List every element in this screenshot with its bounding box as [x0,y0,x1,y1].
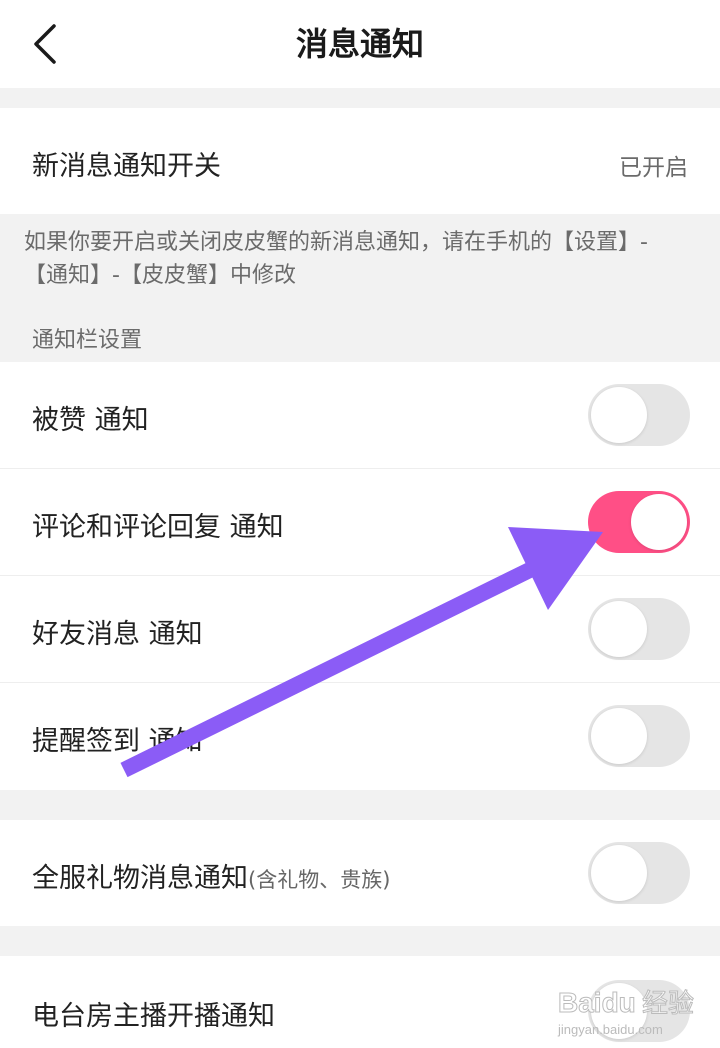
toggle-knob [591,983,647,1039]
notify-toggle-likes[interactable] [588,384,690,446]
notify-toggle-checkin[interactable] [588,705,690,767]
gift-notify-toggle[interactable] [588,842,690,904]
notify-row-likes: 被赞 通知 [0,362,720,469]
toggle-knob [591,387,647,443]
settings-tip: 如果你要开启或关闭皮皮蟹的新消息通知，请在手机的【设置】-【通知】-【皮皮蟹】中… [24,230,648,288]
nav-bar: 消息通知 [0,0,720,88]
page-title: 消息通知 [295,25,424,63]
notify-label-checkin: 提醒签到 通知 [32,726,203,757]
new-message-switch-label: 新消息通知开关 [32,151,221,182]
new-message-switch-status: 已开启 [619,155,688,181]
section-gap [0,790,720,820]
gift-notify-row: 全服礼物消息通知(含礼物、贵族) [0,820,720,926]
notify-label-comments: 评论和评论回复 通知 [32,512,284,543]
radio-host-notify-toggle[interactable] [588,980,690,1042]
new-message-switch-row[interactable]: 新消息通知开关 已开启 [0,108,720,214]
notify-row-checkin: 提醒签到 通知 [0,683,720,790]
gift-notify-subtitle: (含礼物、贵族) [248,868,391,892]
notify-label-friends: 好友消息 通知 [32,619,203,650]
toggle-knob [591,708,647,764]
notify-row-comments: 评论和评论回复 通知 [0,469,720,576]
gift-notify-label: 全服礼物消息通知(含礼物、贵族) [32,856,390,895]
section-gap [0,88,720,108]
radio-host-notify-row: 电台房主播开播通知 [0,956,720,1048]
notify-label-likes: 被赞 通知 [32,405,149,436]
radio-host-notify-label: 电台房主播开播通知 [32,1001,275,1032]
gift-notify-title: 全服礼物消息通知 [32,863,248,894]
notify-toggle-friends[interactable] [588,598,690,660]
toggle-knob [591,845,647,901]
notify-row-friends: 好友消息 通知 [0,576,720,683]
notification-bar-section-title: 通知栏设置 [32,328,143,353]
toggle-knob [631,494,687,550]
toggle-knob [591,601,647,657]
notify-toggle-comments[interactable] [588,491,690,553]
section-gap [0,926,720,956]
